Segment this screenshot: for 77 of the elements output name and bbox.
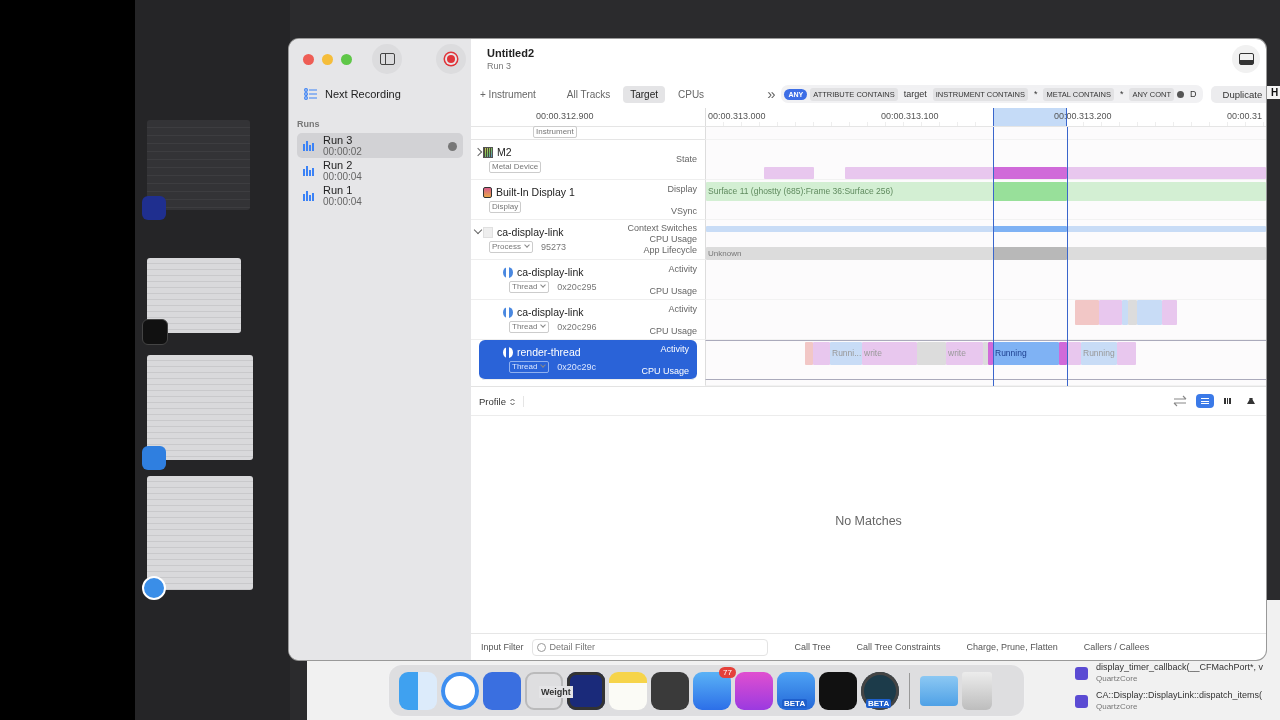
dock-app-icon[interactable]: [651, 671, 689, 710]
thread-icon: [503, 266, 513, 278]
scope-tab[interactable]: Target: [623, 85, 665, 103]
track-header[interactable]: Built-In Display 1 Display Display VSync: [471, 180, 705, 220]
thread-icon: [503, 346, 513, 358]
call-tree-option-button[interactable]: Callers / Callees: [1080, 640, 1153, 654]
run-item[interactable]: Run 2 00:00:04: [297, 158, 463, 183]
detail-filter-field[interactable]: Detail Filter: [549, 642, 760, 652]
time-label: 00:00.313.100: [881, 111, 939, 121]
updown-chevron-icon[interactable]: [509, 398, 515, 406]
window-title: Untitled2: [487, 47, 536, 60]
dock-app-icon[interactable]: BETA: [861, 671, 899, 710]
app-icon: [142, 196, 166, 220]
record-button[interactable]: [436, 44, 466, 74]
zoom-icon[interactable]: [341, 53, 352, 65]
sidebar-toggle-button[interactable]: [372, 44, 402, 74]
selected-track-header[interactable]: render-thread Thread 0x20c29c Activity CPU Usage: [479, 340, 697, 380]
call-tree-option-button[interactable]: Call Tree Constraints: [853, 640, 944, 654]
bar-chart-icon: [303, 141, 314, 151]
add-instrument-button[interactable]: + Instrument: [477, 86, 539, 102]
app-icon: [142, 576, 166, 600]
call-tree-option-button[interactable]: Charge, Prune, Flatten: [963, 640, 1061, 654]
filter-value[interactable]: D: [1187, 87, 1200, 101]
time-label: 00:00.31: [1227, 111, 1263, 121]
window-subtitle: Run 3: [487, 60, 513, 73]
symbol-name: CA::Display::DisplayLink::dispatch_items(: [1096, 690, 1263, 701]
close-icon[interactable]: [303, 53, 314, 65]
window-thumbnail[interactable]: [147, 258, 241, 333]
background-label: Weight: [539, 686, 573, 698]
grid-icon: [483, 146, 493, 158]
detail-filter-box[interactable]: Detail Filter: [531, 638, 768, 656]
dock-app-icon[interactable]: [819, 671, 857, 710]
duplicate-button[interactable]: Duplicate: [1210, 85, 1266, 103]
list-icon: [304, 88, 318, 100]
filter-value[interactable]: *: [1030, 87, 1041, 101]
bar-chart-icon: [303, 166, 314, 176]
next-recording-item[interactable]: Next Recording: [325, 88, 401, 100]
app-icon: [142, 446, 166, 470]
notification-badge: 77: [719, 666, 736, 678]
process-icon: [483, 226, 493, 238]
window-thumbnail[interactable]: [147, 355, 253, 460]
filter-value[interactable]: *: [1116, 87, 1127, 101]
thread-icon: [503, 306, 513, 318]
cut-off-text: H: [1267, 86, 1280, 99]
run-item[interactable]: Run 3 00:00:02: [297, 133, 463, 158]
overflow-button[interactable]: »: [765, 87, 778, 101]
minimize-icon[interactable]: [322, 53, 333, 65]
interval-bar[interactable]: Running: [993, 342, 1059, 365]
track-header[interactable]: ca-display-link Thread 0x20c295 Activity CPU Usage: [471, 260, 705, 300]
input-filter-label: Input Filter: [481, 642, 524, 652]
bar-chart-icon: [303, 191, 314, 201]
info-icon[interactable]: [448, 141, 457, 151]
scope-tab[interactable]: CPUs: [671, 85, 712, 103]
scope-tab[interactable]: All Tracks: [559, 85, 618, 103]
track-header[interactable]: Instrument: [471, 127, 705, 140]
section-heading: Runs: [296, 118, 321, 131]
library-name: QuartzCore: [1096, 701, 1139, 712]
track-header[interactable]: ca-display-link Process 95273 Context Switches CPU Usage App Lifecycle: [471, 220, 705, 260]
window-thumbnail[interactable]: [147, 476, 253, 590]
swap-icon[interactable]: [1173, 395, 1187, 407]
symbol-name: display_timer_callback(__CFMachPort*, v: [1096, 662, 1264, 673]
time-label: 00:00.313.000: [708, 111, 766, 121]
empty-message: No Matches: [835, 513, 902, 528]
time-label: 00:00.312.900: [536, 111, 594, 121]
call-tree-option-button[interactable]: Call Tree: [791, 640, 834, 654]
clear-icon[interactable]: [1177, 90, 1185, 98]
run-item[interactable]: Run 1 00:00:04: [297, 183, 463, 208]
panel-toggle-button[interactable]: [1232, 45, 1260, 73]
dock-app-icon[interactable]: BETA: [777, 671, 815, 710]
interval-bar[interactable]: Unknown: [706, 247, 993, 260]
filter-value[interactable]: target: [900, 87, 930, 101]
app-icon: [142, 319, 168, 345]
display-icon: [483, 186, 492, 198]
window-thumbnail[interactable]: [147, 120, 250, 210]
library-name: QuartzCore: [1096, 673, 1139, 684]
track-header[interactable]: M2 Metal Device State: [471, 140, 705, 180]
view-menu[interactable]: Profile: [479, 395, 524, 407]
